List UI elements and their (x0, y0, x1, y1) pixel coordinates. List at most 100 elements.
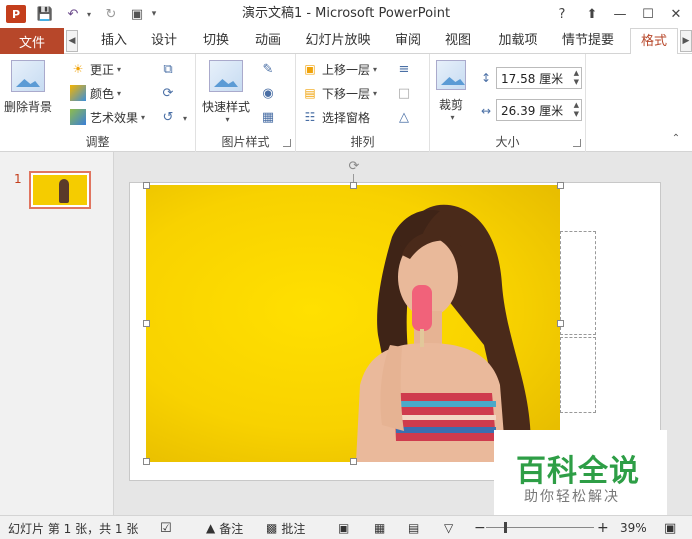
align-icon[interactable]: ≡ (394, 59, 414, 79)
title-placeholder[interactable] (560, 231, 596, 335)
start-presentation-icon[interactable]: ▣ (126, 3, 148, 25)
chevron-down-icon: ▾ (117, 88, 122, 98)
thumbnail-picture (33, 175, 87, 205)
height-value: 17.58 厘米 (501, 71, 564, 86)
selection-pane-label: 选择窗格 (322, 110, 371, 125)
resize-handle-left[interactable] (143, 320, 150, 327)
rotate-icon[interactable]: △ (394, 107, 414, 127)
picture-border-icon[interactable]: ✎ (258, 59, 278, 79)
group-arrange-label: 排列 (350, 135, 375, 149)
zoom-slider-thumb[interactable] (504, 522, 507, 533)
resize-handle-top-left[interactable] (143, 182, 150, 189)
crop-icon (436, 60, 466, 90)
selection-pane-icon: ☷ (304, 110, 316, 124)
tab-scroll-left-icon[interactable]: ◀ (66, 30, 78, 52)
redo-icon[interactable]: ↻ (100, 3, 122, 25)
powerpoint-logo-icon[interactable]: P (6, 5, 26, 23)
zoom-slider-track[interactable] (486, 527, 594, 528)
bring-forward-button[interactable]: ▣ 上移一层 ▾ (302, 58, 377, 80)
tab-file[interactable]: 文件 (0, 28, 64, 54)
tab-slide-show[interactable]: 幻灯片放映 (298, 28, 378, 54)
undo-icon[interactable]: ↶ (62, 3, 84, 25)
group-objects-icon[interactable]: □ (394, 83, 414, 103)
bring-forward-label: 上移一层 (322, 62, 371, 77)
picture-effects-icon[interactable]: ◉ (258, 83, 278, 103)
height-spinner-icon[interactable]: ▲ ▼ (574, 69, 579, 87)
tab-storyboarding[interactable]: 情节提要 (554, 28, 622, 54)
comments-button[interactable]: ▩ 批注 (266, 516, 305, 539)
remove-background-button[interactable]: 删除背景 (4, 60, 52, 115)
chevron-down-icon: ▾ (373, 88, 378, 98)
slide-number: 1 (14, 172, 22, 186)
tab-scroll-right-icon[interactable]: ▶ (680, 30, 692, 52)
resize-handle-right[interactable] (557, 320, 564, 327)
color-button[interactable]: 颜色 ▾ (70, 82, 121, 104)
selected-picture[interactable] (146, 185, 560, 462)
ribbon-tabs: 文件 ◀ 插入 设计 切换 动画 幻灯片放映 审阅 视图 加载项 情节提要 格式… (0, 28, 692, 55)
resize-handle-top[interactable] (350, 182, 357, 189)
normal-view-icon[interactable]: ▣ (338, 516, 349, 539)
slide-thumbnail[interactable] (29, 171, 91, 209)
height-input[interactable]: 17.58 厘米 ▲ ▼ (496, 67, 582, 89)
resize-handle-bottom-left[interactable] (143, 458, 150, 465)
remove-background-icon (11, 60, 45, 92)
tab-view[interactable]: 视图 (436, 28, 480, 54)
zoom-out-button[interactable]: − (474, 516, 486, 539)
group-arrange: ▣ 上移一层 ▾ ▤ 下移一层 ▾ ☷ 选择窗格 ≡ □ △ 排列 (296, 54, 430, 152)
tab-add-ins[interactable]: 加载项 (490, 28, 546, 54)
save-icon[interactable]: 💾 (34, 3, 56, 25)
width-input[interactable]: 26.39 厘米 ▲ ▼ (496, 99, 582, 121)
selection-pane-button[interactable]: ☷ 选择窗格 (302, 106, 370, 128)
corrections-button[interactable]: ☀ 更正 ▾ (70, 58, 121, 80)
chevron-down-icon: ▾ (141, 112, 146, 122)
customize-quick-access-icon[interactable]: ▾ (148, 3, 160, 25)
reading-view-icon[interactable]: ▤ (408, 516, 419, 539)
picture-layout-icon[interactable]: ▦ (258, 107, 278, 127)
subtitle-placeholder[interactable] (560, 337, 596, 413)
watermark-title: 百科全说 (516, 454, 640, 489)
send-backward-icon: ▤ (304, 86, 316, 100)
spell-check-icon[interactable]: ☑ (160, 516, 172, 539)
slide-sorter-icon[interactable]: ▦ (374, 516, 385, 539)
resize-handle-top-right[interactable] (557, 182, 564, 189)
group-adjust: 删除背景 ☀ 更正 ▾ 颜色 ▾ 艺术效果 ▾ ⧉ ⟳ ↺ ▾ 调整 (0, 54, 196, 152)
tab-animations[interactable]: 动画 (246, 28, 290, 54)
tab-format[interactable]: 格式 (630, 28, 678, 55)
undo-dropdown-icon[interactable]: ▾ (84, 3, 94, 25)
close-button[interactable]: ✕ (662, 0, 690, 28)
send-backward-button[interactable]: ▤ 下移一层 ▾ (302, 82, 377, 104)
maximize-button[interactable]: ☐ (634, 0, 662, 28)
tab-insert[interactable]: 插入 (92, 28, 136, 54)
watermark: 百科全说 助你轻松解决 (494, 430, 667, 515)
chevron-down-icon[interactable]: ▾ (183, 114, 187, 123)
tab-transitions[interactable]: 切换 (194, 28, 238, 54)
artistic-effects-button[interactable]: 艺术效果 ▾ (70, 106, 145, 128)
width-spinner-icon[interactable]: ▲ ▼ (574, 101, 579, 119)
size-launcher-icon[interactable] (573, 139, 581, 147)
notes-button[interactable]: ▲ 备注 (206, 516, 243, 539)
tab-design[interactable]: 设计 (142, 28, 186, 54)
resize-handle-bottom[interactable] (350, 458, 357, 465)
rotate-handle-icon[interactable]: ⟳ (347, 160, 361, 174)
send-backward-label: 下移一层 (322, 86, 371, 101)
zoom-in-button[interactable]: + (597, 516, 609, 539)
crop-button[interactable]: 裁剪 ▾ (436, 60, 466, 122)
width-icon: ↔ (480, 104, 492, 118)
picture-styles-launcher-icon[interactable] (283, 139, 291, 147)
quick-styles-button[interactable]: 快速样式 ▾ (202, 60, 250, 124)
fit-slide-icon[interactable]: ▣ (664, 516, 676, 539)
slide-show-icon[interactable]: ▽ (444, 516, 453, 539)
comments-label: 批注 (281, 521, 306, 536)
reset-picture-icon[interactable]: ↺ (158, 107, 178, 127)
collapse-ribbon-icon[interactable]: ⌃ (666, 128, 686, 148)
work-area: 1 ⟳ 百科全说 助你轻松解决 (0, 152, 692, 515)
minimize-button[interactable]: — (606, 0, 634, 28)
ribbon-display-options-icon[interactable]: ⬆ (578, 0, 606, 28)
compress-pictures-icon[interactable]: ⧉ (158, 59, 178, 79)
help-button[interactable]: ? (548, 0, 576, 28)
height-icon: ↕ (480, 71, 492, 85)
change-picture-icon[interactable]: ⟳ (158, 83, 178, 103)
remove-background-label: 删除背景 (4, 100, 53, 114)
tab-review[interactable]: 审阅 (386, 28, 430, 54)
zoom-level[interactable]: 39% (620, 516, 647, 539)
